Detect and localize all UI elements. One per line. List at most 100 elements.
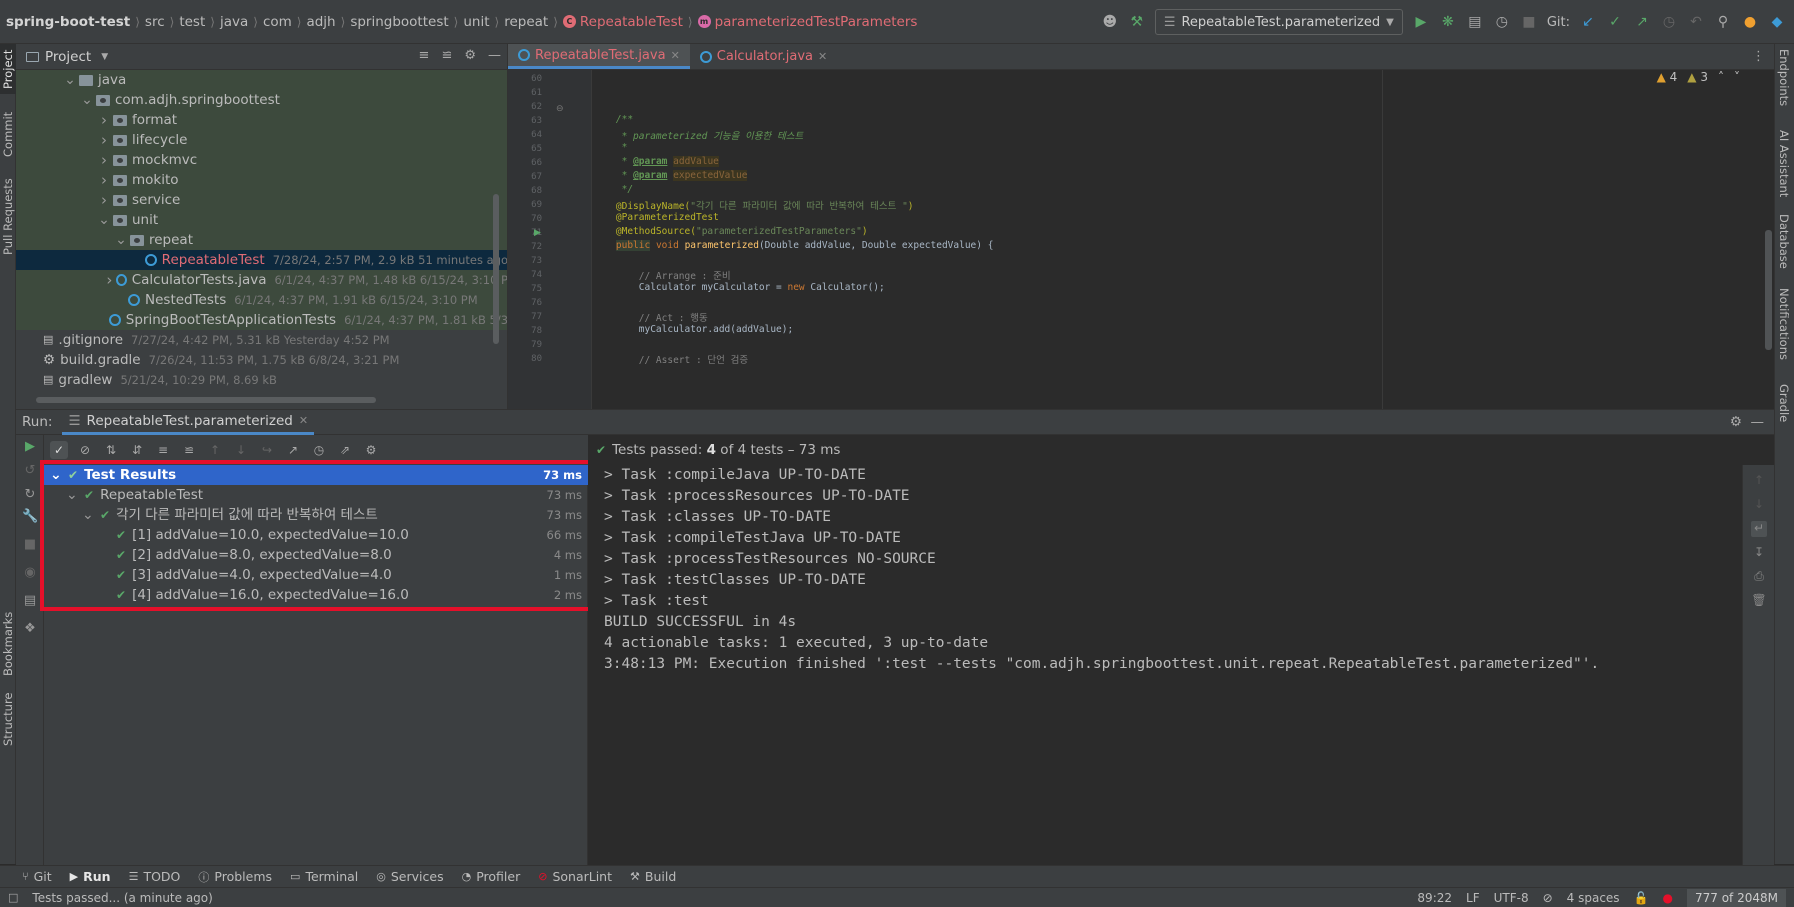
lock-icon[interactable]: 🔓 (1634, 891, 1649, 905)
bottom-tab-build[interactable]: ⚒ Build (630, 869, 676, 884)
show-passed-icon[interactable]: ✓ (50, 441, 68, 459)
bottom-tab-problems[interactable]: ⓘ Problems (198, 869, 272, 885)
tool-tab-bookmarks[interactable]: Bookmarks (0, 609, 16, 679)
tree-item[interactable]: RepeatableTest 7/28/24, 2:57 PM, 2.9 kB 5… (16, 250, 507, 270)
git-commit-icon[interactable]: ✓ (1606, 13, 1624, 31)
chevron-right-icon[interactable]: › (97, 130, 111, 150)
profile-icon[interactable]: ◷ (1493, 13, 1511, 31)
chevron-down-icon[interactable]: ⌄ (50, 468, 64, 482)
tree-item[interactable]: › mockmvc (16, 150, 507, 170)
test-tree-row[interactable]: ✔ [2] addValue=8.0, expectedValue=8.0 4 ms (44, 545, 588, 565)
show-ignored-icon[interactable]: ⊘ (76, 441, 94, 459)
expand-all-icon[interactable]: ≡ (419, 48, 430, 63)
tool-tab-structure[interactable]: Structure (0, 689, 16, 749)
bottom-tab-terminal[interactable]: ▭ Terminal (290, 869, 358, 884)
history-icon[interactable]: ◷ (310, 441, 328, 459)
inspection-widget[interactable]: ▲ 4 ▲ 3 ˄ ˅ (1657, 70, 1740, 84)
trash-icon[interactable]: 🗑 (1751, 593, 1767, 609)
tool-tab-notifications[interactable]: Notifications (1774, 284, 1794, 364)
export-icon[interactable]: ⇗ (336, 441, 354, 459)
hammer-build-icon[interactable]: ⚒ (1128, 13, 1146, 31)
chevron-right-icon[interactable]: › (97, 110, 111, 130)
close-icon[interactable]: ✕ (671, 49, 680, 62)
close-icon[interactable]: ✕ (818, 50, 827, 63)
more-tabs-icon[interactable]: ⋮ (1752, 49, 1765, 64)
tree-item[interactable]: ⚙ build.gradle 7/26/24, 11:53 PM, 1.75 kB … (16, 350, 507, 370)
git-push-icon[interactable]: ↗ (1633, 13, 1651, 31)
close-icon[interactable]: ✕ (299, 414, 308, 427)
gear-icon[interactable]: ⚙ (362, 441, 380, 459)
chevron-right-icon[interactable]: › (97, 170, 111, 190)
run-gutter-icon[interactable]: ▶ (534, 228, 541, 238)
breadcrumb-item[interactable]: unit (463, 14, 489, 30)
caret-position[interactable]: 89:22 (1417, 891, 1452, 905)
tree-item[interactable]: › CalculatorTests.java 6/1/24, 4:37 PM, 1.… (16, 270, 507, 290)
statistics-icon[interactable]: ↗ (284, 441, 302, 459)
git-update-icon[interactable]: ↙ (1579, 13, 1597, 31)
gear-icon[interactable]: ⚙ (1730, 414, 1742, 430)
next-failed-icon[interactable]: ↓ (232, 441, 250, 459)
code-editor[interactable]: 60 61 62 63 64 65 66 67 68 69 70 71 72 73 74 75 76 77 78 79… (508, 70, 1774, 409)
collapse-all-icon[interactable]: ≌ (441, 48, 452, 63)
stop-icon[interactable]: ■ (22, 537, 38, 553)
minimize-icon[interactable]: — (488, 48, 501, 63)
test-tree-row[interactable]: ⌄ ✔ RepeatableTest 73 ms (44, 485, 588, 505)
breadcrumb-item[interactable]: springboottest (350, 14, 448, 30)
chevron-down-icon[interactable]: ⌄ (114, 230, 128, 250)
tree-item[interactable]: › lifecycle (16, 130, 507, 150)
run-tab[interactable]: ☰ RepeatableTest.parameterized ✕ (62, 409, 315, 435)
chevron-down-icon[interactable]: ▼ (101, 52, 108, 62)
console-output[interactable]: > Task :compileJava UP-TO-DATE > Task :pr… (588, 465, 1748, 865)
user-icon[interactable]: ☻ (1101, 13, 1119, 31)
tree-item[interactable]: NestedTests 6/1/24, 4:37 PM, 1.91 kB 6/15… (16, 290, 507, 310)
test-tree-row[interactable]: ⌄ ✔ 각기 다른 파라미터 값에 따라 반복하여 테스트 73 ms (44, 505, 588, 525)
bottom-tab-profiler[interactable]: ◔ Profiler (462, 869, 521, 884)
gear-icon[interactable]: ⚙ (464, 48, 476, 63)
breadcrumb-method[interactable]: m parameterizedTestParameters (697, 14, 917, 30)
bottom-tab-todo[interactable]: ☰ TODO (129, 869, 181, 884)
wrench-icon[interactable]: 🔧 (22, 509, 38, 525)
test-tree-row[interactable]: ⌄ ✔ Test Results 73 ms (44, 465, 588, 485)
layout-icon[interactable]: ▤ (22, 593, 38, 609)
chevron-right-icon[interactable]: › (97, 190, 111, 210)
rerun-failed-icon[interactable]: ↺ (22, 463, 38, 479)
import-tests-icon[interactable]: ↪ (258, 441, 276, 459)
arrow-down-icon[interactable]: ↓ (1751, 497, 1767, 513)
test-tree-row[interactable]: ✔ [4] addValue=16.0, expectedValue=16.0 2 … (44, 585, 588, 605)
tool-tab-commit[interactable]: Commit (0, 104, 16, 164)
chevron-down-icon[interactable]: ⌄ (63, 70, 77, 90)
breadcrumb-item[interactable]: adjh (306, 14, 335, 30)
rerun-icon[interactable]: ▶ (22, 439, 38, 455)
tree-item[interactable]: ⌄ repeat (16, 230, 507, 250)
expand-all-icon[interactable]: ≡ (154, 441, 172, 459)
breadcrumb-item[interactable]: com (263, 14, 292, 30)
history-icon[interactable]: ◷ (1660, 13, 1678, 31)
test-tree-row[interactable]: ✔ [1] addValue=10.0, expectedValue=10.0 66… (44, 525, 588, 545)
tool-tab-database[interactable]: Database (1774, 210, 1794, 272)
coverage-icon[interactable]: ▤ (1466, 13, 1484, 31)
breadcrumb-item[interactable]: java (220, 14, 248, 30)
chevron-down-icon[interactable]: ˅ (1734, 70, 1740, 84)
stop-icon[interactable]: ■ (1520, 13, 1538, 31)
status-message[interactable]: Tests passed... (a minute ago) (32, 891, 212, 905)
line-separator[interactable]: LF (1466, 891, 1480, 905)
minimize-icon[interactable]: — (1751, 414, 1765, 430)
chevron-down-icon[interactable]: ⌄ (82, 508, 96, 522)
chevron-right-icon[interactable]: › (97, 150, 111, 170)
editor-scrollbar[interactable] (1765, 230, 1772, 350)
breadcrumb-item[interactable]: repeat (504, 14, 548, 30)
toggle-auto-test-icon[interactable]: ↻ (22, 487, 38, 503)
no-edit-icon[interactable]: ⊘ (1543, 891, 1553, 905)
breadcrumb-item[interactable]: test (179, 14, 205, 30)
tool-tab-pull-requests[interactable]: Pull Requests (0, 172, 16, 262)
tool-tab-project[interactable]: Project (0, 44, 16, 94)
fold-icon[interactable]: ⊖ (556, 104, 564, 114)
chevron-down-icon[interactable]: ⌄ (66, 488, 80, 502)
chevron-right-icon[interactable]: › (103, 270, 115, 290)
update-icon[interactable]: ● (1741, 13, 1759, 31)
tree-item[interactable]: ⌄ java (16, 70, 507, 90)
scroll-to-end-icon[interactable]: ↧ (1751, 545, 1767, 561)
tool-tab-ai-assistant[interactable]: AI Assistant (1774, 124, 1794, 204)
horizontal-scrollbar[interactable] (36, 397, 376, 403)
breadcrumb-item[interactable]: src (145, 14, 165, 30)
